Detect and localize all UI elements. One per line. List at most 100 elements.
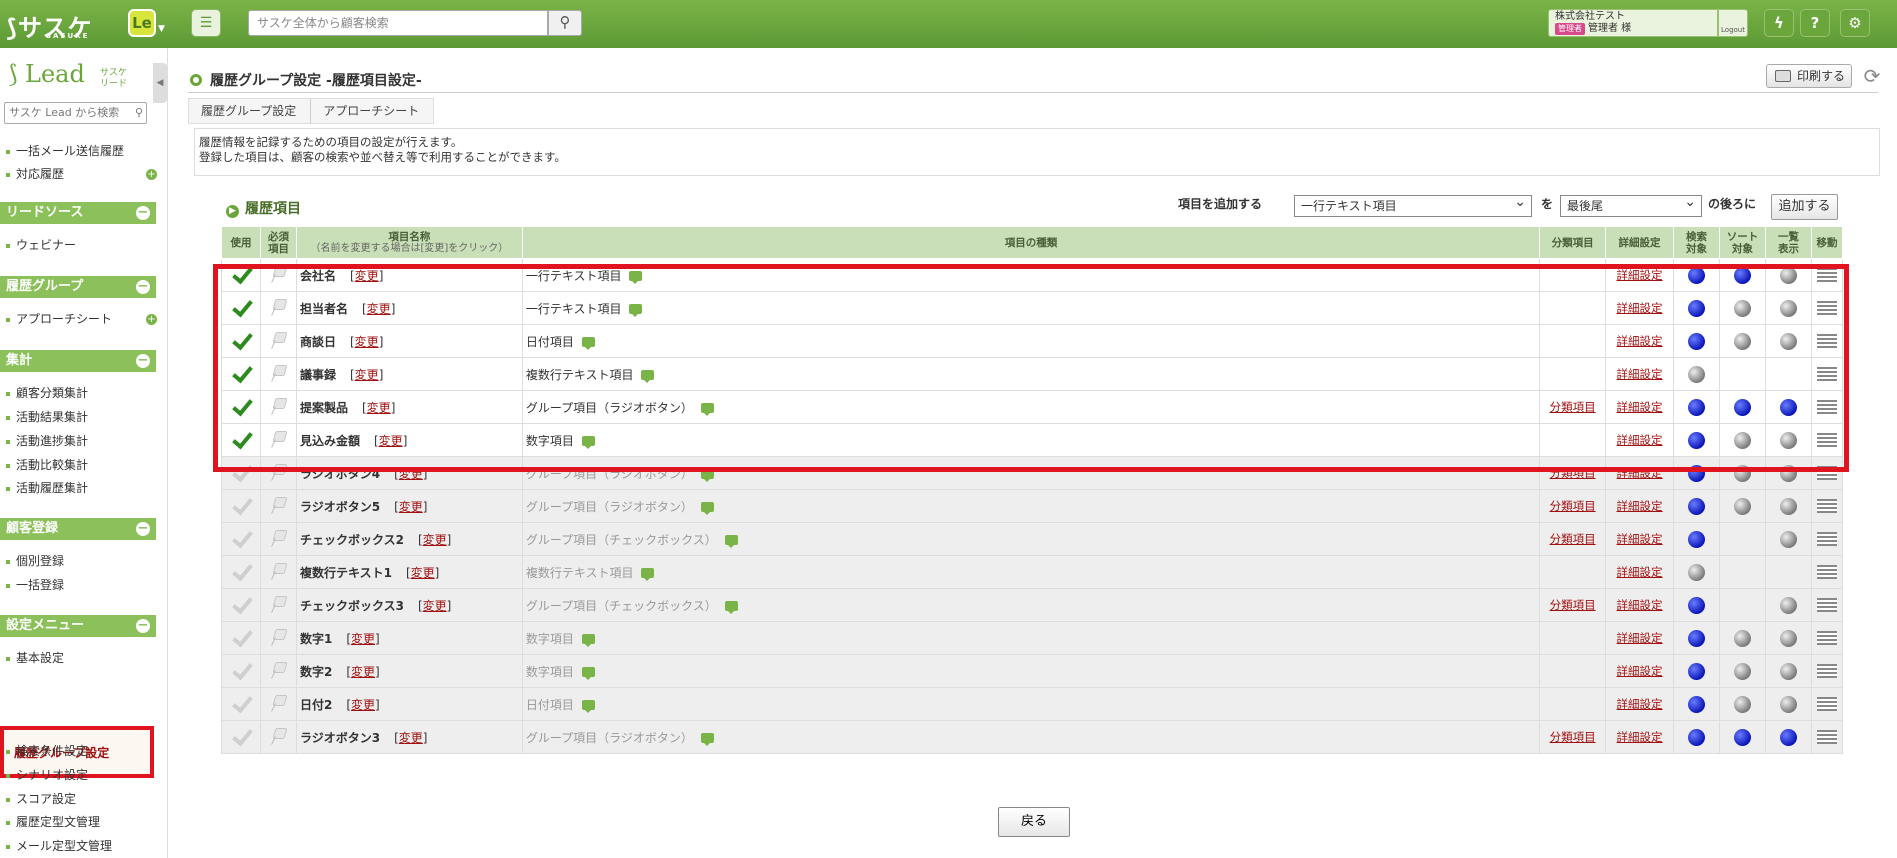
- print-button[interactable]: 印刷する: [1766, 64, 1852, 88]
- search-icon[interactable]: ⚲: [548, 10, 582, 36]
- enabled-dot-icon[interactable]: [1688, 728, 1706, 746]
- comment-icon[interactable]: [700, 501, 714, 515]
- comment-icon[interactable]: [629, 303, 643, 317]
- move-cell[interactable]: [1810, 258, 1844, 292]
- disabled-dot-icon[interactable]: [1779, 299, 1797, 317]
- disabled-dot-icon[interactable]: [1733, 662, 1751, 680]
- change-link[interactable]: 変更: [411, 566, 435, 580]
- check-icon[interactable]: [230, 692, 252, 714]
- enabled-dot-icon[interactable]: [1688, 695, 1706, 713]
- change-link[interactable]: 変更: [351, 665, 375, 679]
- pin-icon[interactable]: [269, 528, 287, 548]
- use-cell[interactable]: [221, 456, 261, 490]
- comment-icon[interactable]: [581, 336, 595, 350]
- sidebar-item-stats[interactable]: 活動進捗集計: [6, 432, 88, 449]
- move-cell[interactable]: [1810, 489, 1844, 523]
- sidebar-item-approach-sheet[interactable]: アプローチシート: [6, 310, 112, 327]
- comment-icon[interactable]: [581, 435, 595, 449]
- disabled-dot-icon[interactable]: [1779, 596, 1797, 614]
- detail-link[interactable]: 詳細設定: [1617, 697, 1663, 711]
- move-cell[interactable]: [1810, 621, 1844, 655]
- use-cell[interactable]: [221, 555, 261, 589]
- enabled-dot-icon[interactable]: [1733, 398, 1751, 416]
- pin-icon[interactable]: [269, 594, 287, 614]
- check-icon[interactable]: [230, 263, 252, 285]
- lead-logo[interactable]: ⟆ Lead: [8, 60, 85, 88]
- comment-icon[interactable]: [700, 402, 714, 416]
- enabled-dot-icon[interactable]: [1733, 266, 1751, 284]
- enabled-dot-icon[interactable]: [1688, 596, 1706, 614]
- move-cell[interactable]: [1810, 291, 1844, 325]
- required-cell[interactable]: [259, 390, 297, 424]
- add-item-button[interactable]: 追加する: [1771, 194, 1838, 220]
- check-icon[interactable]: [230, 362, 252, 384]
- disabled-dot-icon[interactable]: [1779, 695, 1797, 713]
- comment-icon[interactable]: [581, 666, 595, 680]
- change-link[interactable]: 変更: [399, 500, 423, 514]
- search-icon[interactable]: ⚲: [135, 103, 143, 123]
- drag-handle-icon[interactable]: [1816, 334, 1837, 349]
- drag-handle-icon[interactable]: [1816, 433, 1837, 448]
- sidebar-item-settings[interactable]: メール定型文管理: [6, 837, 112, 854]
- disabled-dot-icon[interactable]: [1779, 464, 1797, 482]
- sidebar-item-settings[interactable]: スコア設定: [6, 790, 76, 807]
- category-link[interactable]: 分類項目: [1550, 730, 1596, 744]
- check-icon[interactable]: [230, 329, 252, 351]
- detail-link[interactable]: 詳細設定: [1617, 532, 1663, 546]
- detail-link[interactable]: 詳細設定: [1617, 367, 1663, 381]
- enabled-dot-icon[interactable]: [1779, 728, 1797, 746]
- sidebar-item-customer[interactable]: 個別登録: [6, 552, 64, 569]
- sidebar-item-webinar[interactable]: ウェビナー: [6, 236, 76, 253]
- detail-link[interactable]: 詳細設定: [1617, 334, 1663, 348]
- use-cell[interactable]: [221, 357, 261, 391]
- use-cell[interactable]: [221, 588, 261, 622]
- breadcrumb-item[interactable]: 履歴グループ設定: [189, 99, 312, 123]
- drag-handle-icon[interactable]: [1816, 565, 1837, 580]
- detail-link[interactable]: 詳細設定: [1617, 664, 1663, 678]
- required-cell[interactable]: [259, 456, 297, 490]
- disabled-dot-icon[interactable]: [1688, 563, 1706, 581]
- enabled-dot-icon[interactable]: [1779, 398, 1797, 416]
- comment-icon[interactable]: [629, 270, 643, 284]
- category-link[interactable]: 分類項目: [1550, 598, 1596, 612]
- move-cell[interactable]: [1810, 390, 1844, 424]
- sasuke-logo[interactable]: ⟆サスケ SASUKE: [6, 8, 93, 43]
- drag-handle-icon[interactable]: [1816, 598, 1837, 613]
- pin-icon[interactable]: [269, 726, 287, 746]
- app-switcher-badge[interactable]: Le: [128, 9, 156, 37]
- detail-link[interactable]: 詳細設定: [1617, 598, 1663, 612]
- use-cell[interactable]: [221, 423, 261, 457]
- pin-icon[interactable]: [269, 462, 287, 482]
- pin-icon[interactable]: [269, 561, 287, 581]
- pin-icon[interactable]: [269, 429, 287, 449]
- help-icon[interactable]: ?: [1800, 9, 1830, 37]
- comment-icon[interactable]: [724, 534, 738, 548]
- logout-button[interactable]: Logout: [1718, 9, 1748, 37]
- enabled-dot-icon[interactable]: [1688, 266, 1706, 284]
- disabled-dot-icon[interactable]: [1779, 266, 1797, 284]
- enabled-dot-icon[interactable]: [1688, 530, 1706, 548]
- required-cell[interactable]: [259, 291, 297, 325]
- pin-icon[interactable]: [269, 363, 287, 383]
- use-cell[interactable]: [221, 621, 261, 655]
- pin-icon[interactable]: [269, 297, 287, 317]
- use-cell[interactable]: [221, 291, 261, 325]
- enabled-dot-icon[interactable]: [1733, 728, 1751, 746]
- check-icon[interactable]: [230, 527, 252, 549]
- drag-handle-icon[interactable]: [1816, 730, 1837, 745]
- gear-icon[interactable]: ⚙: [1840, 9, 1870, 37]
- comment-icon[interactable]: [724, 600, 738, 614]
- change-link[interactable]: 変更: [423, 599, 447, 613]
- collapse-icon[interactable]: −: [136, 206, 150, 220]
- enabled-dot-icon[interactable]: [1688, 431, 1706, 449]
- move-cell[interactable]: [1810, 324, 1844, 358]
- sidebar-item-bulk-mail[interactable]: 一括メール送信履歴: [6, 142, 124, 159]
- required-cell[interactable]: [259, 522, 297, 556]
- sidebar-item-stats[interactable]: 活動比較集計: [6, 456, 88, 473]
- drag-handle-icon[interactable]: [1816, 532, 1837, 547]
- required-cell[interactable]: [259, 654, 297, 688]
- sidebar-item-stats[interactable]: 顧客分類集計: [6, 384, 88, 401]
- move-cell[interactable]: [1810, 588, 1844, 622]
- drag-handle-icon[interactable]: [1816, 400, 1837, 415]
- required-cell[interactable]: [259, 324, 297, 358]
